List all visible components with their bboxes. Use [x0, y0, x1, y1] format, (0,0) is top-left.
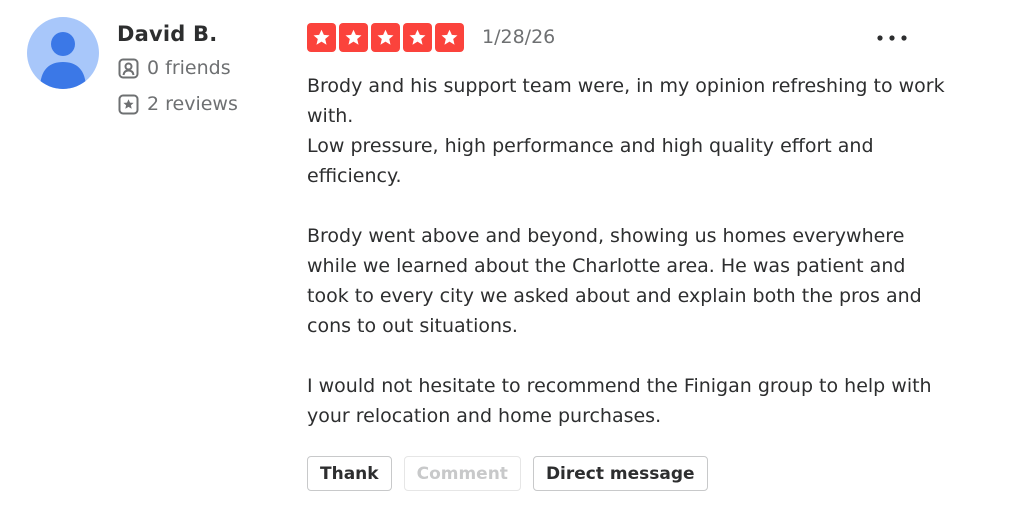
review-paragraph: I would not hesitate to recommend the Fi… — [307, 375, 932, 427]
avatar[interactable] — [27, 17, 99, 89]
person-icon — [40, 32, 86, 89]
review-text: Brody and his support team were, in my o… — [307, 71, 947, 431]
star-icon — [371, 23, 400, 52]
more-options-icon — [877, 35, 907, 41]
direct-message-button[interactable]: Direct message — [532, 456, 708, 491]
more-options-button[interactable] — [872, 24, 912, 52]
star-icon — [307, 23, 336, 52]
review-paragraph: Brody went above and beyond, showing us … — [307, 225, 922, 337]
star-icon — [403, 23, 432, 52]
review-date: 1/28/26 — [482, 26, 556, 48]
review-star-icon — [118, 94, 139, 115]
review-actions: Thank Comment Direct message — [307, 456, 708, 491]
comment-button: Comment — [403, 456, 521, 491]
friends-count: 0 friends — [118, 57, 231, 79]
star-icon — [435, 23, 464, 52]
thank-button[interactable]: Thank — [307, 456, 392, 491]
star-rating — [307, 23, 464, 52]
friends-label: 0 friends — [147, 57, 231, 79]
review-paragraph: Brody and his support team were, in my o… — [307, 75, 945, 187]
user-name[interactable]: David B. — [117, 22, 217, 46]
star-icon — [339, 23, 368, 52]
friends-icon — [118, 58, 139, 79]
reviews-count: 2 reviews — [118, 93, 238, 115]
reviews-label: 2 reviews — [147, 93, 238, 115]
